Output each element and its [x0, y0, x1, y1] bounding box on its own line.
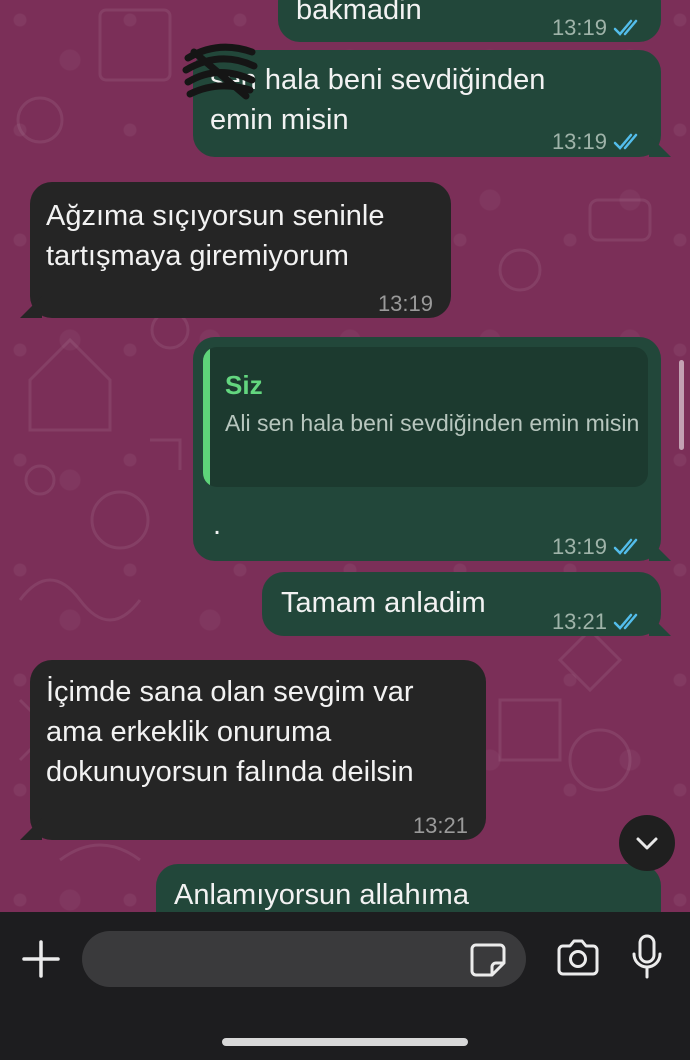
reply-quote-text: Ali sen hala beni sevdiğinden emin misin [225, 410, 640, 436]
double-check-icon [613, 133, 638, 150]
chat-area[interactable]: bakmadin 13:19 sen hala beni sevdiğinden… [0, 0, 690, 912]
message-text: bakmadin [296, 0, 422, 26]
reply-quote[interactable]: Siz Ali sen hala beni sevdiğinden emin m… [203, 347, 648, 487]
message-meta: 13:19 [552, 122, 643, 162]
plus-icon[interactable] [20, 938, 62, 980]
double-check-icon [613, 613, 638, 630]
message-bubble-incoming[interactable]: Ağzıma sıçıyorsun seninle tartışmaya gir… [30, 182, 451, 318]
message-meta: 13:19 [552, 8, 643, 48]
message-text: Ağzıma sıçıyorsun seninle tartışmaya gir… [46, 200, 385, 272]
message-time: 13:19 [377, 291, 433, 316]
message-meta: 13:19 [378, 284, 433, 324]
message-bubble-incoming[interactable]: İçimde sana olan sevgim var ama erkeklik… [30, 660, 486, 840]
message-text: . [213, 509, 222, 541]
home-indicator[interactable] [222, 1038, 468, 1046]
double-check-icon [613, 538, 638, 555]
message-meta: 13:21 [413, 806, 468, 846]
message-time: 13:19 [551, 15, 607, 40]
reply-quote-sender: Siz [225, 370, 263, 400]
message-text: sen hala beni sevdiğinden emin misin [210, 64, 546, 136]
message-time: 13:21 [412, 813, 468, 838]
message-bubble-outgoing[interactable]: Siz Ali sen hala beni sevdiğinden emin m… [193, 337, 661, 561]
message-time: 13:19 [551, 534, 607, 559]
message-bubble-outgoing[interactable]: bakmadin 13:19 [278, 0, 661, 42]
double-check-icon [613, 19, 638, 36]
message-text: İçimde sana olan sevgim var ama erkeklik… [46, 676, 414, 788]
reply-quote-accent [203, 347, 210, 487]
microphone-icon[interactable] [630, 934, 664, 980]
message-bubble-outgoing[interactable]: sen hala beni sevdiğinden emin misin 13:… [193, 50, 661, 157]
scroll-to-bottom-button[interactable] [619, 815, 675, 871]
message-time: 13:21 [551, 609, 607, 634]
message-input[interactable] [82, 931, 526, 987]
chevron-down-icon [636, 837, 658, 850]
scrollbar[interactable] [679, 360, 684, 450]
message-text: Anlamıyorsun allahıma [174, 879, 469, 911]
message-time: 13:19 [551, 129, 607, 154]
camera-icon[interactable] [555, 938, 601, 978]
message-text: Tamam anladim [281, 587, 486, 619]
message-meta: 13:21 [552, 602, 643, 642]
redaction-scribble [182, 43, 258, 100]
message-bubble-outgoing[interactable]: Tamam anladim 13:21 [262, 572, 661, 636]
message-meta: 13:19 [552, 527, 643, 567]
message-bubble-outgoing[interactable]: Anlamıyorsun allahıma [156, 864, 661, 912]
sticker-icon[interactable] [470, 941, 506, 977]
